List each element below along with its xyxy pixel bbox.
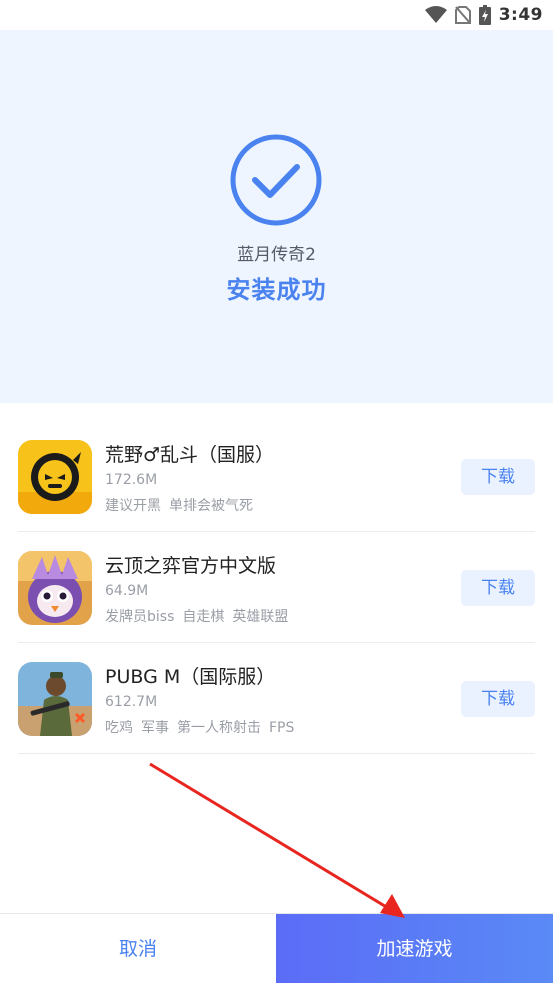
tag: 发牌员biss <box>105 609 175 625</box>
cancel-button[interactable]: 取消 <box>0 914 276 983</box>
download-button[interactable]: 下载 <box>461 459 535 495</box>
download-button[interactable]: 下载 <box>461 570 535 606</box>
game-title: 荒野♂乱斗（国服） <box>105 444 275 466</box>
bottom-action-bar: 取消 加速游戏 <box>0 913 553 983</box>
clock: 3:49 <box>498 5 543 25</box>
install-status-text: 安装成功 <box>226 276 327 304</box>
tag: 吃鸡 <box>105 720 133 736</box>
recommended-games-list: 荒野♂乱斗（国服） 172.6M 建议开黑 单排会被气死 下载 云顶之弈官方中文… <box>18 421 535 754</box>
list-item[interactable]: PUBG M（国际服） 612.7M 吃鸡 军事 第一人称射击 FPS 下载 <box>18 643 535 754</box>
game-tags: 发牌员biss 自走棋 英雄联盟 <box>105 606 296 626</box>
success-check-icon <box>230 134 322 226</box>
list-item[interactable]: 荒野♂乱斗（国服） 172.6M 建议开黑 单排会被气死 下载 <box>18 421 535 532</box>
tag: FPS <box>269 720 295 736</box>
battery-charging-icon <box>478 5 491 25</box>
brawl-stars-game-icon <box>18 440 92 514</box>
status-bar: 3:49 <box>0 0 553 30</box>
game-size: 612.7M <box>105 694 158 710</box>
pubg-mobile-game-icon <box>18 662 92 736</box>
tag: 第一人称射击 <box>177 720 261 736</box>
accelerate-game-button[interactable]: 加速游戏 <box>276 914 553 983</box>
tag: 军事 <box>141 720 169 736</box>
tag: 单排会被气死 <box>169 498 253 514</box>
game-tags: 吃鸡 军事 第一人称射击 FPS <box>105 717 302 737</box>
game-title: 云顶之弈官方中文版 <box>105 555 277 577</box>
list-item[interactable]: 云顶之弈官方中文版 64.9M 发牌员biss 自走棋 英雄联盟 下载 <box>18 532 535 643</box>
download-button[interactable]: 下载 <box>461 681 535 717</box>
tag: 自走棋 <box>182 609 225 625</box>
game-title: PUBG M（国际服） <box>105 666 276 688</box>
installed-app-name: 蓝月传奇2 <box>237 245 316 265</box>
wifi-icon <box>424 6 447 23</box>
teamfight-tactics-game-icon <box>18 551 92 625</box>
game-size: 172.6M <box>105 472 158 488</box>
install-result-panel: 蓝月传奇2 安装成功 <box>0 30 553 403</box>
game-size: 64.9M <box>105 583 149 599</box>
install-complete-screen: 3:49 蓝月传奇2 安装成功 荒野♂乱斗（国服） 172.6M 建议开黑 单排… <box>0 0 553 983</box>
game-tags: 建议开黑 单排会被气死 <box>105 495 261 515</box>
no-sim-icon <box>454 6 471 24</box>
tag: 建议开黑 <box>105 498 161 514</box>
tag: 英雄联盟 <box>232 609 289 625</box>
